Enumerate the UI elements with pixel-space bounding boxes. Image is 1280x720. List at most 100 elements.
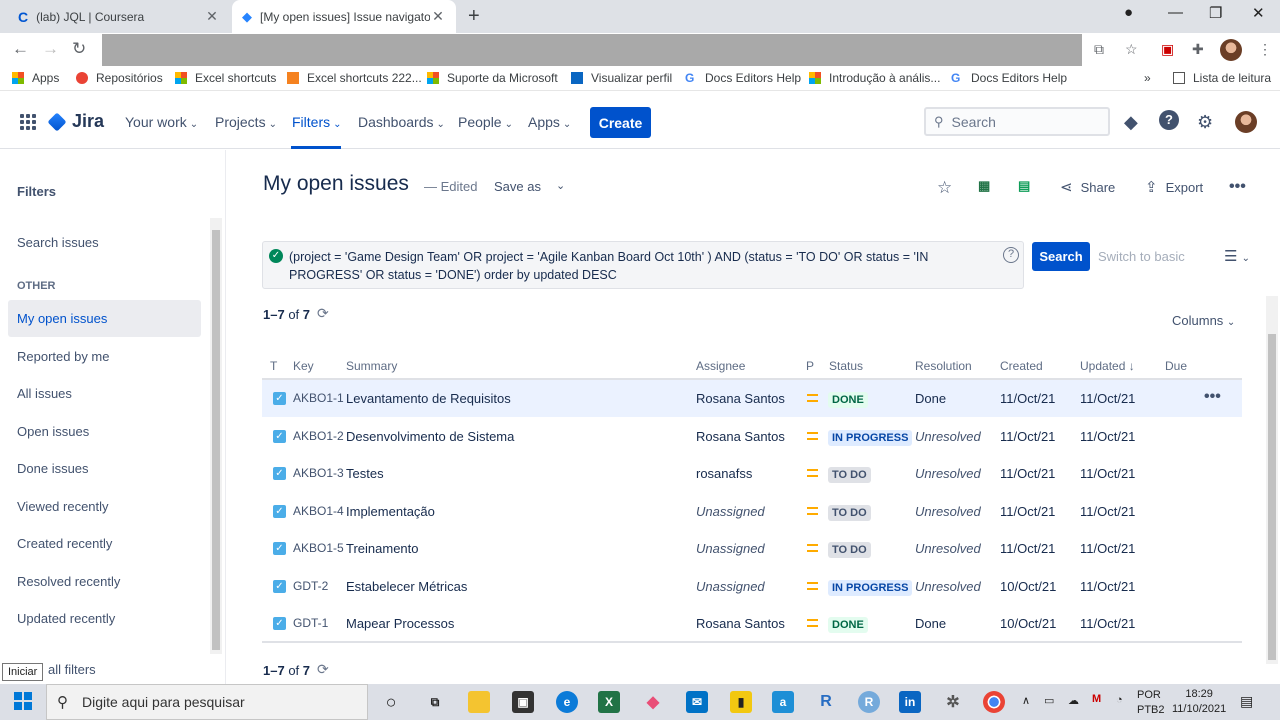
issue-summary-link[interactable]: Implementação bbox=[346, 504, 435, 519]
window-close-icon[interactable]: ✕ bbox=[1252, 4, 1265, 22]
issue-key-link[interactable]: AKBO1-1 bbox=[293, 391, 344, 405]
app-a-icon[interactable]: a bbox=[772, 691, 794, 713]
more-actions-icon[interactable]: ••• bbox=[1229, 178, 1246, 196]
menu-dots-icon[interactable]: ⋮ bbox=[1258, 41, 1272, 58]
sidebar-scrollbar[interactable] bbox=[210, 218, 222, 654]
jql-editor[interactable]: ✓ (project = 'Game Design Team' OR proje… bbox=[262, 241, 1024, 289]
issue-key-link[interactable]: AKBO1-3 bbox=[293, 466, 344, 480]
issue-summary-link[interactable]: Levantamento de Requisitos bbox=[346, 391, 511, 406]
sidebar-item-open-issues[interactable]: Open issues bbox=[8, 413, 201, 450]
nav-projects[interactable]: Projects ⌄ bbox=[215, 114, 277, 130]
bookmark-excel-shortcuts[interactable]: Excel shortcuts bbox=[175, 71, 276, 85]
column-header-key[interactable]: Key bbox=[293, 359, 314, 373]
bookmark-docs-help-2[interactable]: G Docs Editors Help bbox=[951, 71, 1067, 85]
column-header-assignee[interactable]: Assignee bbox=[696, 359, 745, 373]
new-tab-icon[interactable]: + bbox=[468, 5, 480, 28]
nav-your-work[interactable]: Your work ⌄ bbox=[125, 114, 198, 130]
bookmark-apps[interactable]: Apps bbox=[12, 71, 59, 85]
settings-gear-icon[interactable]: ⚙ bbox=[1197, 112, 1213, 133]
puzzle-icon[interactable]: ✚ bbox=[1192, 41, 1204, 58]
bookmark-repositorios[interactable]: Repositórios bbox=[76, 71, 163, 85]
sidebar-item-done-issues[interactable]: Done issues bbox=[8, 450, 201, 487]
nav-filters[interactable]: Filters ⌄ bbox=[292, 114, 342, 130]
column-header-created[interactable]: Created bbox=[1000, 359, 1043, 373]
issue-summary-link[interactable]: Estabelecer Métricas bbox=[346, 579, 467, 594]
row-actions-icon[interactable]: ••• bbox=[1204, 388, 1221, 406]
sidebar-item-resolved-recently[interactable]: Resolved recently bbox=[8, 563, 201, 600]
bookmark-introducao[interactable]: Introdução à anális... bbox=[809, 71, 940, 85]
column-header-status[interactable]: Status bbox=[829, 359, 863, 373]
snip-icon[interactable]: ✲ bbox=[942, 691, 964, 713]
table-row[interactable]: ✓ AKBO1-5 Treinamento Unassigned TO DO Unreso… bbox=[262, 530, 1242, 567]
reading-list[interactable]: Lista de leitura bbox=[1173, 71, 1271, 85]
cloud-icon[interactable]: ☁ bbox=[1068, 694, 1079, 707]
excel-icon[interactable]: ▦ bbox=[978, 178, 990, 194]
excel-icon[interactable]: X bbox=[598, 691, 620, 713]
chevron-down-icon[interactable]: ⌄ bbox=[556, 179, 565, 192]
issue-summary-link[interactable]: Mapear Processos bbox=[346, 616, 454, 631]
bookmark-docs-help[interactable]: G Docs Editors Help bbox=[685, 71, 801, 85]
back-icon[interactable]: ← bbox=[12, 39, 29, 59]
nav-apps[interactable]: Apps ⌄ bbox=[528, 114, 571, 130]
sidebar-item-my-open-issues[interactable]: My open issues bbox=[8, 300, 201, 337]
app-icon[interactable]: ◆ bbox=[642, 691, 664, 713]
linkedin-icon[interactable]: in bbox=[899, 691, 921, 713]
table-row[interactable]: ✓ GDT-1 Mapear Processos Rosana Santos DONE D… bbox=[262, 605, 1242, 642]
table-row[interactable]: ✓ AKBO1-1 Levantamento de Requisitos Rosana… bbox=[262, 380, 1242, 417]
column-header-updated[interactable]: Updated ↓ bbox=[1080, 359, 1135, 373]
issue-summary-link[interactable]: Desenvolvimento de Sistema bbox=[346, 429, 514, 444]
export-button[interactable]: ⇪ Export bbox=[1145, 178, 1203, 196]
file-explorer-icon[interactable] bbox=[468, 691, 490, 713]
create-button[interactable]: Create bbox=[590, 107, 651, 138]
chrome-icon[interactable] bbox=[983, 691, 1005, 713]
bookmark-star-icon[interactable]: ☆ bbox=[1125, 41, 1138, 58]
view-all-filters-link[interactable]: all filters bbox=[39, 651, 189, 688]
translate-icon[interactable]: ⧉ bbox=[1094, 41, 1104, 58]
tab-coursera[interactable]: C (lab) JQL | Coursera ✕ bbox=[8, 0, 230, 33]
sidebar-item-all-issues[interactable]: All issues bbox=[8, 375, 201, 412]
search-button[interactable]: Search bbox=[1032, 242, 1090, 271]
column-header-priority[interactable]: P bbox=[806, 359, 814, 373]
help-icon[interactable]: ? bbox=[1159, 110, 1179, 130]
refresh-icon[interactable]: ⟳ bbox=[317, 305, 329, 322]
more-bookmarks-icon[interactable]: » bbox=[1144, 71, 1151, 85]
columns-button[interactable]: Columns ⌄ bbox=[1172, 313, 1235, 328]
sidebar-item-reported-by-me[interactable]: Reported by me bbox=[8, 338, 201, 375]
scrollbar-thumb[interactable] bbox=[212, 230, 220, 650]
store-icon[interactable]: ▣ bbox=[512, 691, 534, 713]
notifications-icon[interactable]: ◆ bbox=[1124, 112, 1138, 133]
sidebar-item-updated-recently[interactable]: Updated recently bbox=[8, 600, 201, 637]
r-icon[interactable]: R bbox=[815, 691, 837, 713]
issue-summary-link[interactable]: Treinamento bbox=[346, 541, 419, 556]
list-view-icon[interactable]: ☰ ⌄ bbox=[1224, 247, 1250, 265]
bookmark-excel-shortcuts-222[interactable]: Excel shortcuts 222... bbox=[287, 71, 422, 85]
battery-icon[interactable]: ▭ bbox=[1044, 694, 1054, 707]
forward-icon[interactable]: → bbox=[42, 39, 59, 59]
close-icon[interactable]: ✕ bbox=[430, 8, 446, 25]
jira-logo[interactable]: Jira bbox=[47, 111, 104, 132]
mail-icon[interactable]: ✉ bbox=[686, 691, 708, 713]
taskbar-search-input[interactable]: ⚲ Digite aqui para pesquisar bbox=[46, 684, 368, 720]
avatar[interactable] bbox=[1235, 111, 1257, 133]
share-button[interactable]: ⋖ Share bbox=[1060, 178, 1115, 196]
sidebar-item-created-recently[interactable]: Created recently bbox=[8, 525, 201, 562]
cortana-icon[interactable]: ○ bbox=[380, 691, 402, 713]
minimize-icon[interactable]: — bbox=[1168, 4, 1183, 21]
table-row[interactable]: ✓ AKBO1-4 Implementação Unassigned TO DO Unre… bbox=[262, 493, 1242, 530]
column-header-summary[interactable]: Summary bbox=[346, 359, 397, 373]
rstudio-icon[interactable]: R bbox=[858, 691, 880, 713]
language-indicator[interactable]: POR PTB2 bbox=[1137, 688, 1165, 718]
column-header-resolution[interactable]: Resolution bbox=[915, 359, 972, 373]
column-header-due[interactable]: Due bbox=[1165, 359, 1187, 373]
issue-key-link[interactable]: GDT-2 bbox=[293, 579, 328, 593]
tray-chevron-icon[interactable]: ∧ bbox=[1022, 694, 1030, 707]
sidebar-item-viewed-recently[interactable]: Viewed recently bbox=[8, 488, 201, 525]
refresh-icon[interactable]: ⟳ bbox=[317, 661, 329, 678]
close-icon[interactable]: ✕ bbox=[204, 8, 220, 25]
windows-start-icon[interactable] bbox=[14, 692, 32, 710]
tab-issue-navigator[interactable]: ◆ [My open issues] Issue navigator ✕ bbox=[232, 0, 456, 33]
task-view-icon[interactable]: ⧉ bbox=[424, 691, 446, 713]
app-switcher-icon[interactable] bbox=[20, 114, 36, 130]
sidebar-item-search-issues[interactable]: Search issues bbox=[8, 224, 201, 261]
profile-menu-icon[interactable]: ● bbox=[1124, 4, 1133, 21]
